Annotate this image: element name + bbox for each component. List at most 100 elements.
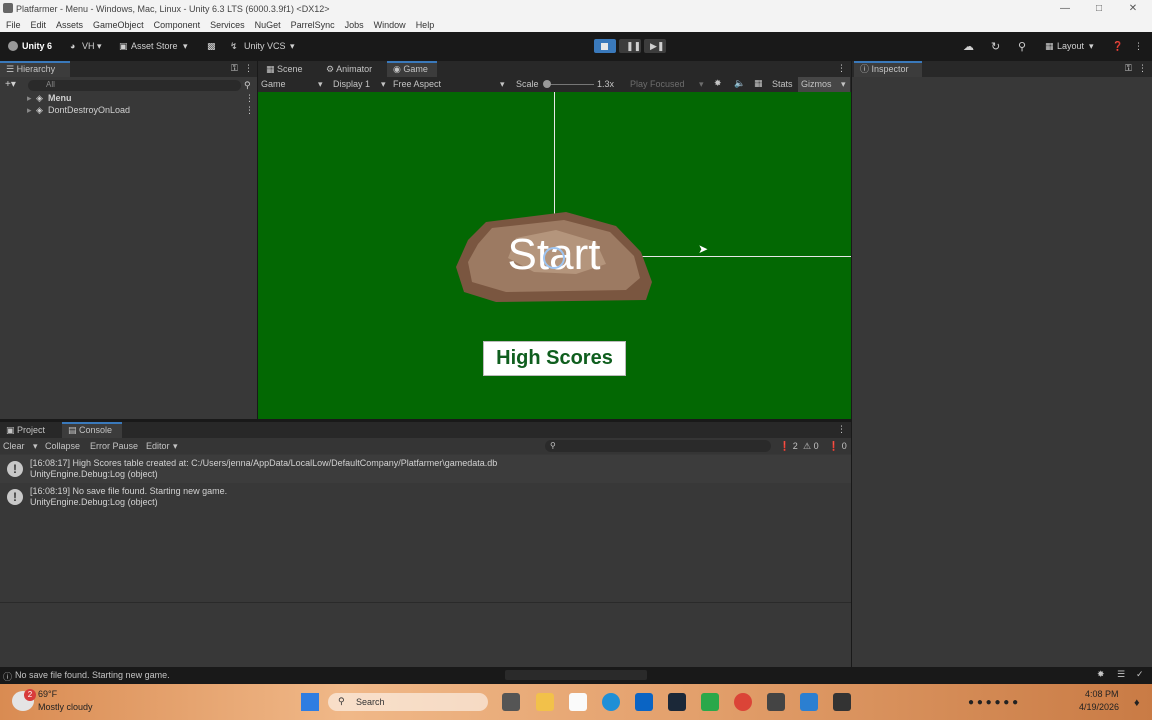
task-view-icon[interactable]	[502, 693, 520, 711]
game-view[interactable]: Start High Scores ➤	[258, 92, 851, 419]
menu-services[interactable]: Services	[210, 20, 245, 30]
outlook-icon[interactable]	[635, 693, 653, 711]
taskbar-search[interactable]: ⚲ Search	[328, 693, 488, 711]
console-log-entry[interactable]: ! [16:08:17] High Scores table created a…	[0, 455, 851, 483]
more-icon[interactable]: ⋮	[1134, 41, 1143, 52]
account-button[interactable]: Unity 6	[22, 41, 52, 51]
maximize-button[interactable]: □	[1082, 0, 1116, 17]
notification-bell-icon[interactable]: ♦	[1134, 697, 1140, 709]
status-message[interactable]: No save file found. Starting new game.	[15, 670, 170, 680]
more-icon[interactable]: ⋮	[245, 92, 254, 104]
scale-slider-handle[interactable]	[543, 80, 551, 88]
vcs-icon: ↯	[230, 41, 238, 51]
menu-help[interactable]: Help	[416, 20, 435, 30]
asset-store-button[interactable]: Asset Store	[131, 41, 178, 51]
lock-icon[interactable]: ⚿	[231, 63, 238, 74]
layers-icon[interactable]: ☰	[1117, 669, 1125, 680]
console-divider[interactable]	[0, 602, 851, 603]
package-icon[interactable]: ▩	[207, 41, 216, 52]
bug-icon[interactable]: ✸	[714, 78, 722, 89]
high-scores-button[interactable]: High Scores	[483, 341, 626, 376]
history-icon[interactable]: ↻	[991, 40, 1000, 53]
clock-time[interactable]: 4:08 PM	[1085, 689, 1119, 699]
edge-icon[interactable]	[602, 693, 620, 711]
tab-scene[interactable]: ▦ Scene	[260, 61, 309, 77]
layout-button[interactable]: Layout	[1057, 41, 1084, 51]
menu-window[interactable]: Window	[374, 20, 406, 30]
check-icon[interactable]: ✓	[1136, 669, 1144, 680]
filter-icon[interactable]: ⚲	[244, 80, 251, 91]
aspect-dropdown[interactable]: Free Aspect	[393, 79, 441, 89]
unity-vcs-button[interactable]: Unity VCS	[244, 41, 286, 51]
menu-file[interactable]: File	[6, 20, 21, 30]
tab-animator[interactable]: ⚙ Animator	[320, 61, 378, 77]
add-icon[interactable]: +▾	[5, 79, 16, 90]
hierarchy-item-dontdestroyonload[interactable]: ▸ ◈ DontDestroyOnLoad ⋮	[0, 104, 257, 116]
menu-edit[interactable]: Edit	[31, 20, 47, 30]
gizmos-button[interactable]: Gizmos	[801, 79, 832, 89]
more-icon[interactable]: ⋮	[837, 63, 846, 74]
log-stack: UnityEngine.Debug:Log (object)	[30, 497, 158, 507]
search-icon[interactable]: ⚲	[1018, 40, 1026, 53]
more-icon[interactable]: ⋮	[244, 63, 253, 74]
chrome-icon[interactable]	[734, 693, 752, 711]
chevron-right-icon: ▸	[27, 93, 32, 103]
stats-button[interactable]: Stats	[772, 79, 793, 89]
collapse-toggle[interactable]: Collapse	[45, 441, 80, 451]
vscode-icon[interactable]	[800, 693, 818, 711]
animator-icon: ⚙	[326, 64, 337, 74]
file-explorer-icon[interactable]	[536, 693, 554, 711]
close-window-button[interactable]: ✕	[1116, 0, 1150, 17]
help-icon[interactable]: ❓	[1112, 41, 1123, 52]
hierarchy-item-label: DontDestroyOnLoad	[48, 105, 131, 115]
more-icon[interactable]: ⋮	[837, 424, 846, 435]
game-view-dropdown[interactable]: Game	[261, 79, 286, 89]
hierarchy-item-menu[interactable]: ▸ ◈ Menu ⋮	[0, 92, 257, 104]
info-count-toggle[interactable]: ❗ 2	[779, 441, 798, 452]
more-icon[interactable]: ⋮	[245, 104, 254, 116]
warning-count: 0	[813, 441, 819, 451]
tab-inspector[interactable]: ⓘ Inspector	[854, 61, 922, 77]
console-log-entry[interactable]: ! [16:08:19] No save file found. Startin…	[0, 483, 851, 511]
tab-game[interactable]: ◉ Game	[387, 61, 437, 77]
audio-icon[interactable]: 🔈	[734, 78, 745, 89]
menu-parrelsync[interactable]: ParrelSync	[291, 20, 335, 30]
hierarchy-search-input[interactable]: All	[28, 80, 241, 91]
console-search-input[interactable]	[545, 440, 771, 452]
settings-icon[interactable]: ✸	[1097, 669, 1105, 680]
unity-hub-icon[interactable]	[767, 693, 785, 711]
menu-component[interactable]: Component	[154, 20, 201, 30]
scale-slider[interactable]	[544, 84, 594, 85]
minimize-button[interactable]: —	[1048, 0, 1082, 17]
store-icon[interactable]	[569, 693, 587, 711]
editor-dropdown[interactable]: Editor	[146, 441, 170, 451]
tab-project[interactable]: ▣ Project	[0, 422, 51, 438]
display-dropdown[interactable]: Display 1	[333, 79, 370, 89]
warning-count-toggle[interactable]: ⚠ 0	[803, 441, 819, 452]
layout-icon: ▦	[1045, 41, 1054, 51]
clear-button[interactable]: Clear	[3, 441, 25, 451]
more-icon[interactable]: ⋮	[1138, 63, 1147, 74]
xbox-icon[interactable]	[701, 693, 719, 711]
menu-assets[interactable]: Assets	[56, 20, 83, 30]
tray-icons[interactable]: ● ● ● ● ● ●	[968, 697, 1018, 708]
tab-hierarchy[interactable]: ☰ Hierarchy	[0, 61, 70, 77]
error-icon: ❗	[828, 441, 840, 451]
clock-date[interactable]: 4/19/2026	[1079, 702, 1119, 712]
unity-editor-icon[interactable]	[833, 693, 851, 711]
menu-nuget[interactable]: NuGet	[255, 20, 281, 30]
lock-icon[interactable]: ⚿	[1125, 63, 1132, 74]
error-pause-toggle[interactable]: Error Pause	[90, 441, 138, 451]
menu-jobs[interactable]: Jobs	[345, 20, 364, 30]
cloud-icon[interactable]: ☁	[963, 40, 974, 53]
windows-start-icon[interactable]	[301, 693, 319, 711]
error-count-toggle[interactable]: ❗ 0	[828, 441, 847, 452]
steam-icon[interactable]	[668, 693, 686, 711]
tab-console[interactable]: ▤ Console	[62, 422, 122, 438]
scene-icon: ▦	[266, 64, 278, 74]
play-focused-dropdown[interactable]: Play Focused	[630, 79, 685, 89]
transform-gizmo-icon	[543, 247, 565, 269]
menu-gameobject[interactable]: GameObject	[93, 20, 144, 30]
user-button[interactable]: VH	[82, 41, 95, 51]
keyboard-icon[interactable]: ▦	[754, 78, 763, 89]
